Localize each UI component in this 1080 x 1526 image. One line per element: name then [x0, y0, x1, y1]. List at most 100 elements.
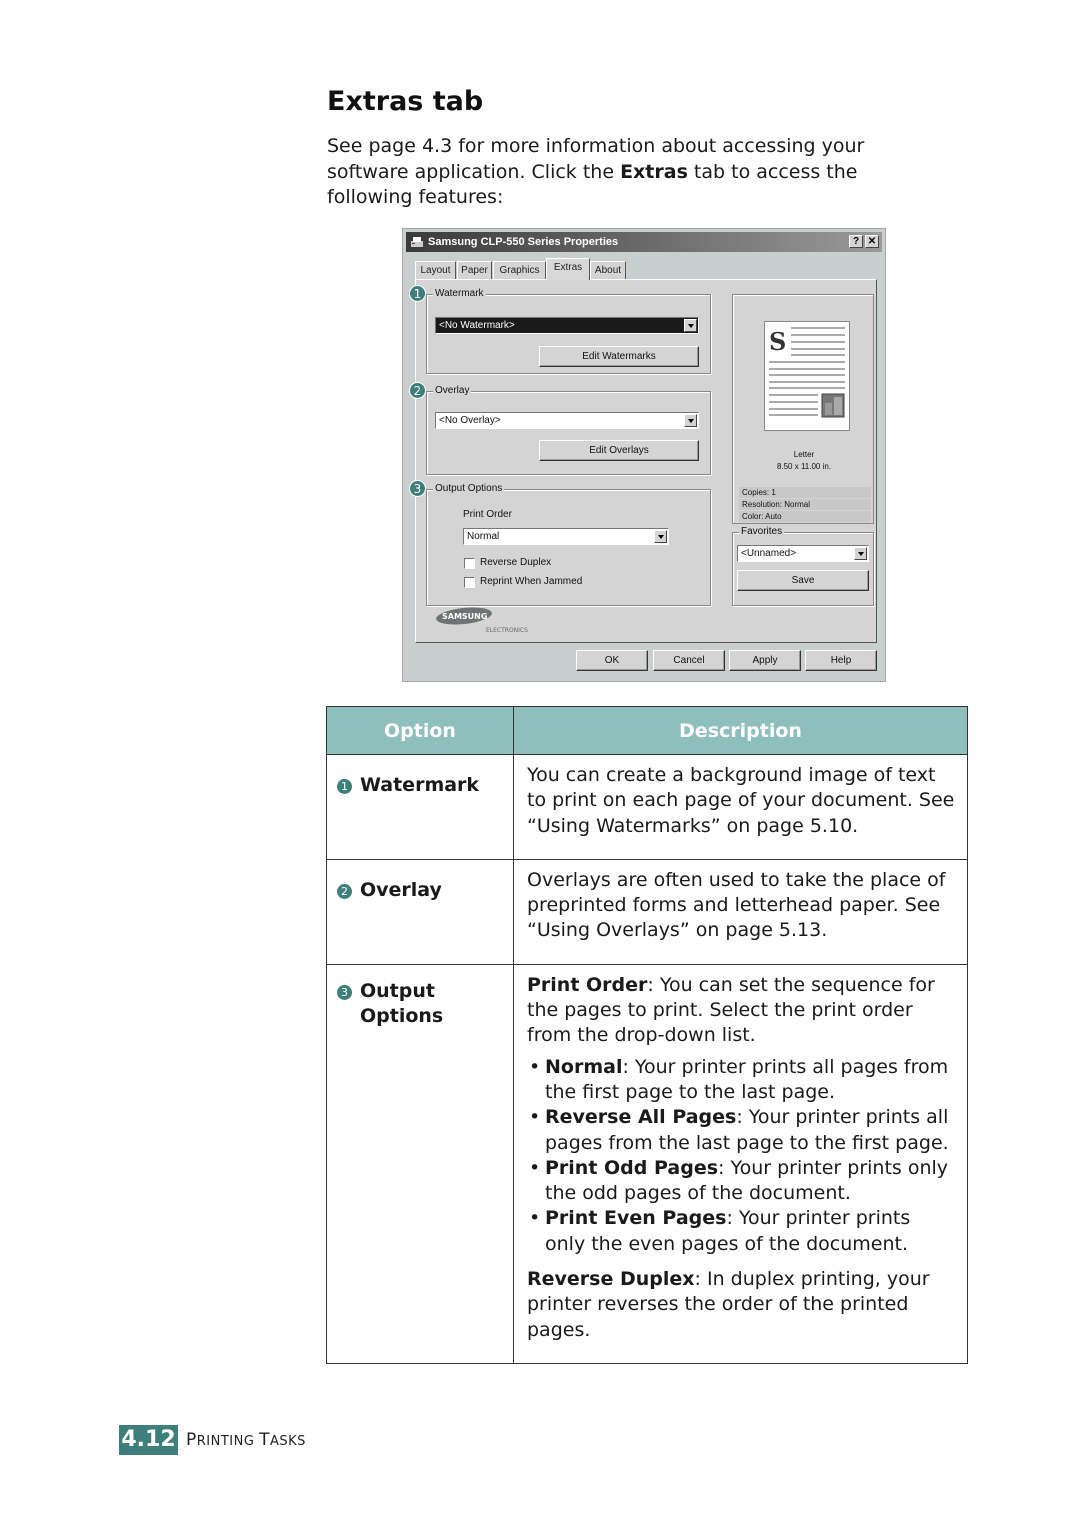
print-order-select[interactable]: Normal — [463, 528, 669, 545]
list-item: Normal: Your printer prints all pages fr… — [527, 1055, 955, 1106]
favorites-group: Favorites <Unnamed> Save — [732, 526, 874, 606]
callout-1-icon: 1 — [409, 285, 426, 302]
printer-icon — [411, 237, 423, 247]
reprint-when-jammed-label: Reprint When Jammed — [480, 576, 583, 587]
page-title: Extras tab — [327, 86, 484, 117]
description-cell: Print Order: You can set the sequence fo… — [513, 963, 968, 1364]
option-name: Output Options — [360, 979, 444, 1028]
callout-1-icon: 1 — [337, 779, 352, 794]
watermark-label: Watermark — [433, 288, 486, 299]
page-thumbnail: S — [764, 321, 850, 431]
description-header: Description — [513, 706, 968, 755]
tab-layout[interactable]: Layout — [415, 261, 456, 279]
favorites-label: Favorites — [739, 526, 785, 537]
save-button[interactable]: Save — [737, 570, 869, 591]
option-cell: 2 Overlay — [326, 858, 514, 965]
help-title-button[interactable]: ? — [849, 235, 863, 248]
print-order-label: Print Order — [463, 509, 512, 520]
print-order-desc: Print Order: You can set the sequence fo… — [527, 973, 955, 1049]
tab-paper[interactable]: Paper — [457, 261, 492, 279]
reverse-duplex-label: Reverse Duplex — [480, 557, 552, 568]
description-text: Overlays are often used to take the plac… — [527, 868, 946, 942]
print-order-value: Normal — [467, 531, 500, 542]
dialog-title: Samsung CLP-550 Series Properties — [428, 236, 619, 248]
chevron-down-icon[interactable] — [854, 547, 867, 560]
output-options-group: Output Options Print Order Normal Revers… — [426, 483, 711, 606]
section-title: PRINTING TASKS — [186, 1430, 306, 1450]
color-info: Color: Auto — [739, 511, 871, 522]
section-cap: T — [259, 1430, 270, 1450]
copies-info: Copies: 1 — [739, 487, 871, 498]
tab-about[interactable]: About — [590, 261, 626, 279]
watermark-group: Watermark <No Watermark> Edit Watermarks — [426, 288, 711, 374]
option-header: Option — [326, 706, 514, 755]
section-cap: P — [186, 1430, 197, 1450]
description-text: You can create a background image of tex… — [527, 764, 955, 837]
favorites-select[interactable]: <Unnamed> — [737, 545, 869, 562]
list-item: Print Even Pages: Your printer prints on… — [527, 1206, 955, 1257]
reverse-duplex-term: Reverse Duplex — [527, 1268, 695, 1291]
description-cell: Overlays are often used to take the plac… — [513, 858, 968, 965]
svg-text:S: S — [769, 327, 786, 356]
resolution-info: Resolution: Normal — [739, 499, 871, 510]
close-button[interactable]: ✕ — [865, 235, 879, 248]
option-name: Overlay — [360, 878, 442, 901]
edit-watermarks-button[interactable]: Edit Watermarks — [539, 346, 699, 367]
bullet-term: Print Odd Pages — [545, 1156, 719, 1179]
options-table: Option Description 1 Watermark You can cr… — [326, 706, 968, 1364]
bullet-term: Normal — [545, 1055, 623, 1078]
chevron-down-icon[interactable] — [684, 319, 697, 332]
callout-2-icon: 2 — [337, 883, 352, 899]
table-header: Option Description — [326, 706, 968, 755]
callout-3-icon: 3 — [337, 984, 352, 1000]
bullet-term: Reverse All Pages — [545, 1106, 737, 1129]
tab-extras[interactable]: Extras — [546, 258, 590, 280]
callout-3-icon: 3 — [409, 480, 426, 497]
properties-dialog: Samsung CLP-550 Series Properties ? ✕ La… — [402, 228, 886, 682]
title-bar: Samsung CLP-550 Series Properties ? ✕ — [406, 232, 882, 252]
output-options-label: Output Options — [433, 483, 505, 494]
table-row: 2 Overlay Overlays are often used to take… — [326, 858, 968, 965]
reprint-when-jammed-checkbox[interactable] — [464, 577, 475, 588]
table-row: 1 Watermark You can create a background i… — [326, 754, 968, 860]
help-button[interactable]: Help — [805, 650, 877, 671]
edit-overlays-button[interactable]: Edit Overlays — [539, 440, 699, 461]
section-rest: RINTING — [196, 1434, 260, 1449]
overlay-value: <No Overlay> — [439, 415, 501, 426]
option-cell: 1 Watermark — [326, 754, 514, 860]
page-number: 4.12 — [119, 1425, 178, 1455]
print-order-list: Normal: Your printer prints all pages fr… — [527, 1055, 955, 1257]
option-cell: 3 Output Options — [326, 963, 514, 1364]
extras-panel: Watermark <No Watermark> Edit Watermarks… — [409, 279, 877, 643]
overlay-label: Overlay — [433, 385, 472, 396]
samsung-logo: SAMSUNG ELECTRONICS — [436, 606, 546, 639]
reverse-duplex-desc: Reverse Duplex: In duplex printing, your… — [527, 1267, 955, 1343]
brand-name: SAMSUNG — [442, 612, 487, 621]
watermark-select[interactable]: <No Watermark> — [434, 316, 700, 335]
description-cell: You can create a background image of tex… — [513, 754, 968, 860]
print-order-term: Print Order — [527, 973, 648, 996]
section-rest: ASKS — [269, 1434, 306, 1449]
overlay-group: Overlay <No Overlay> Edit Overlays — [426, 385, 711, 475]
ok-button[interactable]: OK — [576, 650, 648, 671]
document-icon: S — [769, 327, 845, 418]
list-item: Reverse All Pages: Your printer prints a… — [527, 1105, 955, 1156]
page-preview: S Letter 8.50 x 11.00 in. Copies: 1 Reso… — [732, 294, 874, 524]
chevron-down-icon[interactable] — [684, 414, 697, 427]
watermark-value: <No Watermark> — [439, 320, 515, 331]
favorites-value: <Unnamed> — [741, 548, 797, 559]
brand-sub: ELECTRONICS — [486, 627, 528, 634]
paper-name: Letter — [793, 450, 815, 459]
chevron-down-icon[interactable] — [654, 530, 667, 543]
reverse-duplex-checkbox[interactable] — [464, 558, 475, 569]
table-row: 3 Output Options Print Order: You can set… — [326, 963, 968, 1364]
intro-bold: Extras — [620, 160, 688, 183]
cancel-button[interactable]: Cancel — [653, 650, 725, 671]
apply-button[interactable]: Apply — [729, 650, 801, 671]
overlay-select[interactable]: <No Overlay> — [435, 412, 699, 429]
list-item: Print Odd Pages: Your printer prints onl… — [527, 1156, 955, 1207]
callout-2-icon: 2 — [409, 382, 426, 399]
tab-graphics[interactable]: Graphics — [493, 261, 546, 279]
option-name: Watermark — [360, 774, 480, 796]
bullet-term: Print Even Pages — [545, 1207, 727, 1230]
